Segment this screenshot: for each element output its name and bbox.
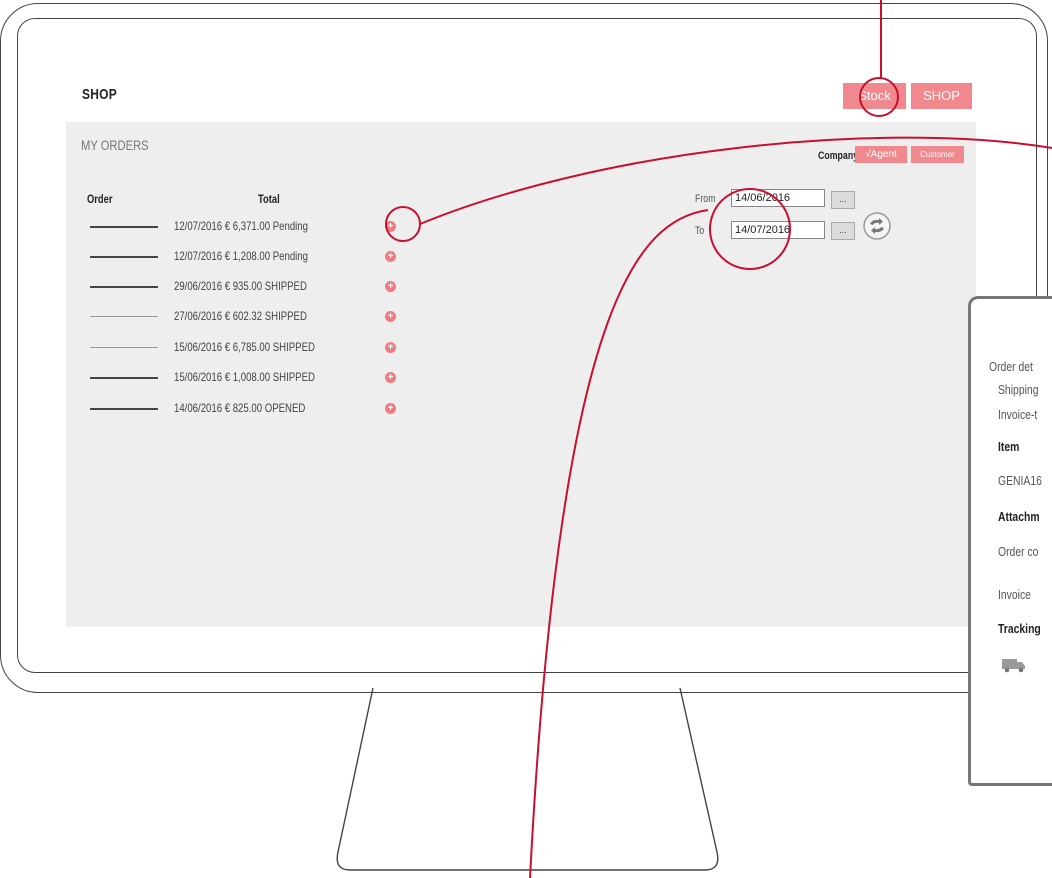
- column-header-total: Total: [258, 192, 280, 206]
- plus-circle-icon[interactable]: +: [385, 251, 396, 262]
- to-date-input[interactable]: [731, 221, 825, 239]
- item-code: GENIA16: [998, 473, 1042, 488]
- order-number-redacted: [90, 347, 158, 348]
- plus-circle-icon[interactable]: +: [385, 311, 396, 322]
- order-detail-popup: Order det Shipping Invoice-t Item GENIA1…: [968, 296, 1052, 786]
- shipping-label: Shipping: [998, 382, 1039, 397]
- order-summary: 15/06/2016 € 6,785.00 SHIPPED: [174, 340, 315, 354]
- order-row[interactable]: 12/07/2016 € 1,208.00 Pending +: [90, 247, 410, 267]
- to-date-picker-button[interactable]: ...: [831, 222, 855, 240]
- order-summary: 27/06/2016 € 602.32 SHIPPED: [174, 309, 307, 323]
- order-confirmation-link[interactable]: Order co: [998, 544, 1038, 559]
- from-label: From: [695, 193, 716, 205]
- plus-circle-icon[interactable]: +: [385, 342, 396, 353]
- orders-panel-title: MY ORDERS: [81, 137, 149, 153]
- shop-button[interactable]: SHOP: [911, 83, 972, 109]
- order-number-redacted: [90, 286, 158, 288]
- truck-icon[interactable]: [1001, 657, 1027, 673]
- to-label: To: [695, 225, 705, 237]
- company-label: Company: [818, 150, 859, 162]
- agent-toggle[interactable]: √Agent: [855, 146, 907, 163]
- order-number-redacted: [90, 226, 158, 228]
- order-row[interactable]: 14/06/2016 € 825.00 OPENED +: [90, 399, 410, 419]
- order-row[interactable]: 12/07/2016 € 6,371.00 Pending +: [90, 217, 410, 237]
- from-date-input[interactable]: [731, 189, 825, 207]
- stock-button[interactable]: Stock: [843, 83, 906, 109]
- customer-toggle[interactable]: Customer: [911, 146, 964, 163]
- plus-circle-icon[interactable]: +: [385, 281, 396, 292]
- plus-circle-icon[interactable]: +: [385, 372, 396, 383]
- order-row[interactable]: 15/06/2016 € 1,008.00 SHIPPED +: [90, 368, 410, 388]
- plus-circle-icon[interactable]: +: [385, 403, 396, 414]
- invoice-link[interactable]: Invoice: [998, 587, 1031, 602]
- order-summary: 14/06/2016 € 825.00 OPENED: [174, 401, 306, 415]
- order-summary: 15/06/2016 € 1,008.00 SHIPPED: [174, 370, 315, 384]
- order-number-redacted: [90, 408, 158, 410]
- from-date-picker-button[interactable]: ...: [831, 191, 855, 209]
- order-detail-heading: Order det: [989, 359, 1033, 374]
- order-summary: 12/07/2016 € 6,371.00 Pending: [174, 219, 308, 233]
- tracking-heading: Tracking: [998, 621, 1041, 636]
- invoice-to-label: Invoice-t: [998, 407, 1038, 422]
- order-row[interactable]: 15/06/2016 € 6,785.00 SHIPPED +: [90, 338, 410, 358]
- refresh-icon[interactable]: [862, 211, 892, 241]
- order-row[interactable]: 27/06/2016 € 602.32 SHIPPED +: [90, 307, 410, 327]
- order-number-redacted: [90, 316, 158, 317]
- page-title: SHOP: [82, 86, 117, 103]
- order-summary: 29/06/2016 € 935.00 SHIPPED: [174, 279, 307, 293]
- item-heading: Item: [998, 439, 1020, 454]
- column-header-order: Order: [87, 192, 113, 206]
- plus-circle-icon[interactable]: +: [385, 221, 396, 232]
- order-summary: 12/07/2016 € 1,208.00 Pending: [174, 249, 308, 263]
- attachments-heading: Attachm: [998, 509, 1040, 524]
- order-number-redacted: [90, 256, 158, 258]
- order-number-redacted: [90, 377, 158, 379]
- order-row[interactable]: 29/06/2016 € 935.00 SHIPPED +: [90, 277, 410, 297]
